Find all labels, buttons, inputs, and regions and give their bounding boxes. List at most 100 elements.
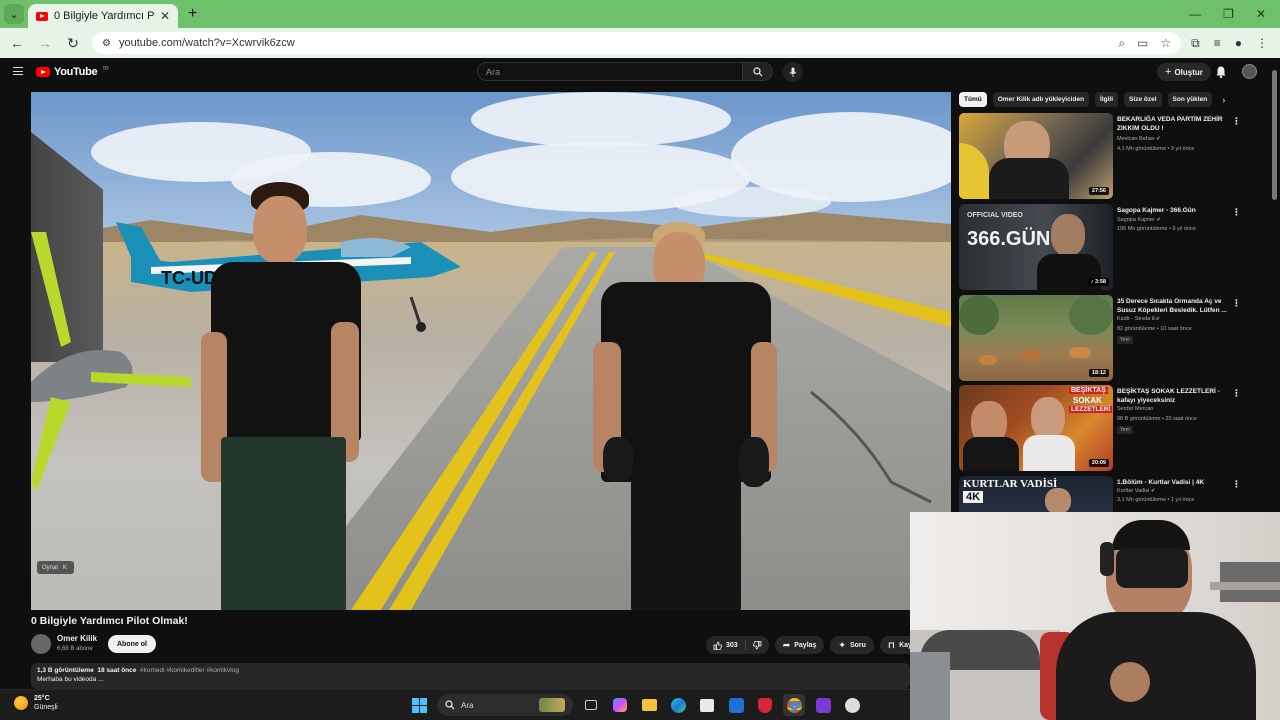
recommendation-title[interactable]: Sagopa Kajmer - 366.Gün [1117, 206, 1231, 215]
cast-icon[interactable]: ▭ [1137, 36, 1148, 51]
app-icon-blue[interactable] [725, 694, 747, 716]
logo-text: YouTube [54, 66, 98, 78]
url-text[interactable]: youtube.com/watch?v=Xcwrvik6zcw [119, 37, 1110, 49]
subscribe-button[interactable]: Abone ol [108, 635, 156, 653]
bookmark-star-icon[interactable]: ☆ [1160, 36, 1171, 51]
new-tab-icon[interactable]: + [188, 5, 197, 23]
chip-from-uploader[interactable]: Omer Kilik adlı yükleyiciden [992, 92, 1090, 107]
zoom-icon[interactable]: ⌕ [1118, 36, 1125, 51]
create-button[interactable]: + Oluştur [1157, 63, 1211, 81]
recommendation-item[interactable]: 27:56 BEKARLIĞA VEDA PARTİM ZEHİR ZIKKIM… [959, 113, 1249, 199]
app-icon-red[interactable] [754, 694, 776, 716]
tab-close-icon[interactable]: ✕ [160, 9, 170, 23]
chevron-right-icon[interactable]: › [1222, 95, 1225, 105]
recommendation-title[interactable]: BEKARLIĞA VEDA PARTİM ZEHİR ZIKKIM OLDU … [1117, 115, 1231, 133]
taskbar-search[interactable]: Ara [437, 694, 573, 716]
more-options-icon[interactable]: ⋮ [1232, 388, 1241, 399]
extensions-icon[interactable]: ⧉ [1191, 36, 1200, 51]
browser-tab[interactable]: 0 Bilgiyle Yardımcı Pilot Olmak! ✕ [28, 4, 178, 28]
recommendation-channel[interactable]: Sagopa Kajmer ✔ [1117, 217, 1161, 223]
dislike-button[interactable] [746, 636, 769, 654]
like-button[interactable]: 303 [706, 636, 745, 654]
chrome-icon[interactable] [783, 694, 805, 716]
more-options-icon[interactable]: ⋮ [1232, 479, 1241, 490]
github-icon[interactable] [841, 694, 863, 716]
browser-tab-bar: ⌄ 0 Bilgiyle Yardımcı Pilot Olmak! ✕ + —… [0, 0, 1280, 28]
more-options-icon[interactable]: ⋮ [1232, 116, 1241, 127]
recommendation-title[interactable]: 1.Bölüm - Kurtlar Vadisi | 4K [1117, 478, 1231, 487]
window-controls: — ❐ ✕ [1189, 7, 1280, 28]
site-info-icon[interactable]: ⚙ [102, 38, 111, 49]
voice-search-button[interactable] [783, 62, 803, 82]
recommendation-thumbnail[interactable]: BEŞİKTAŞ SOKAK LEZZETLERİ 20:09 [959, 385, 1113, 471]
task-view-icon[interactable] [580, 694, 602, 716]
account-avatar[interactable] [1242, 64, 1257, 79]
recommendation-item[interactable]: OFFICIAL VIDEO 366.GÜN ♪ 3:58 Sagopa Kaj… [959, 204, 1249, 290]
reload-icon[interactable]: ↻ [64, 35, 82, 52]
save-button[interactable]: ⊓ Kay [879, 636, 914, 654]
chip-related[interactable]: İlgili [1095, 92, 1119, 107]
windows-start-icon[interactable] [408, 694, 430, 716]
close-window-icon[interactable]: ✕ [1256, 7, 1266, 21]
verified-icon: ✔ [1156, 136, 1161, 142]
recommendation-channel[interactable]: Serdar Mercan [1117, 406, 1153, 412]
hamburger-menu-icon[interactable] [13, 67, 23, 75]
description-box[interactable]: 1,3 B görüntüleme 18 saat önce #komedi #… [31, 663, 910, 689]
weather-condition: Güneşli [34, 704, 58, 711]
recommendation-item[interactable]: 18:12 35 Derece Sıcakta Ormanda Aç ve Su… [959, 295, 1249, 381]
chip-all[interactable]: Tümü [959, 92, 987, 107]
search-highlight-icon [539, 698, 565, 712]
video-actions: 303 ➦ Paylaş ✦ Soru ⊓ Kay [706, 636, 914, 654]
recommendation-channel[interactable]: Mevlcan Bahav ✔ [1117, 136, 1161, 142]
video-player[interactable]: TC-UD Oynat K [31, 92, 951, 610]
back-icon[interactable]: ← [8, 35, 26, 51]
channel-avatar[interactable] [31, 634, 51, 654]
search-input[interactable]: Ara [477, 62, 744, 81]
weather-widget[interactable]: 25°C Güneşli [14, 694, 58, 712]
media-controls-icon[interactable]: ≡ [1214, 36, 1221, 51]
recommendation-thumbnail[interactable]: 27:56 [959, 113, 1113, 199]
verified-icon: ✔ [1150, 488, 1156, 494]
recommendation-thumbnail[interactable]: OFFICIAL VIDEO 366.GÜN ♪ 3:58 [959, 204, 1113, 290]
recommendation-title[interactable]: BEŞİKTAŞ SOKAK LEZZETLERİ - kafayı yiyec… [1117, 387, 1231, 405]
recommendation-item[interactable]: KURTLAR VADİSİ 4K 1.Bölüm - Kurtlar Vadi… [959, 476, 1249, 512]
more-options-icon[interactable]: ⋮ [1232, 207, 1241, 218]
app-icon-purple[interactable] [812, 694, 834, 716]
notifications-bell-icon[interactable] [1214, 65, 1228, 79]
video-person-right [591, 222, 781, 610]
chip-for-you[interactable]: Size özel [1124, 92, 1162, 107]
search-button[interactable] [743, 62, 773, 81]
recommendation-thumbnail[interactable]: 18:12 [959, 295, 1113, 381]
profile-icon[interactable]: ● [1235, 36, 1242, 51]
scrollbar-thumb[interactable] [1272, 70, 1277, 200]
recommendation-channel[interactable]: Kurtlar Vadisi ✔ [1117, 488, 1155, 494]
recommendation-channel[interactable]: Kadir - Sevda Evi [1117, 316, 1160, 322]
browser-menu-icon[interactable]: ⋮ [1256, 36, 1268, 51]
ask-button[interactable]: ✦ Soru [830, 636, 874, 654]
channel-name[interactable]: Omer Kilik [57, 634, 97, 643]
file-explorer-icon[interactable] [638, 694, 660, 716]
sparkle-icon: ✦ [838, 639, 846, 650]
verified-icon: ✔ [1156, 217, 1162, 223]
tab-search-button[interactable]: ⌄ [4, 4, 24, 24]
thumbnail-text: LEZZETLERİ [1069, 406, 1113, 413]
more-options-icon[interactable]: ⋮ [1232, 298, 1241, 309]
store-icon[interactable] [696, 694, 718, 716]
recommendation-thumbnail[interactable]: KURTLAR VADİSİ 4K [959, 476, 1113, 512]
share-button[interactable]: ➦ Paylaş [774, 636, 825, 654]
hashtags[interactable]: #komedi #komikeditler #komikvlog [140, 667, 239, 674]
omnibox[interactable]: ⚙ youtube.com/watch?v=Xcwrvik6zcw ⌕ ▭ ☆ [92, 32, 1182, 54]
maximize-icon[interactable]: ❐ [1223, 7, 1234, 21]
logo-country: TR [102, 66, 109, 72]
edge-icon[interactable] [667, 694, 689, 716]
chip-recently-uploaded[interactable]: Son yüklen [1167, 92, 1213, 107]
forward-icon[interactable]: → [36, 35, 54, 51]
recommendation-title[interactable]: 35 Derece Sıcakta Ormanda Aç ve Susuz Kö… [1117, 297, 1231, 315]
recommendation-meta: 3,1 Mn görüntüleme • 1 yıl önce [1117, 497, 1195, 503]
share-icon: ➦ [782, 639, 791, 650]
youtube-logo[interactable]: YouTube TR [36, 66, 109, 78]
recommendation-item[interactable]: BEŞİKTAŞ SOKAK LEZZETLERİ 20:09 BEŞİKTAŞ… [959, 385, 1249, 471]
copilot-icon[interactable] [609, 694, 631, 716]
webcam-overlay [910, 512, 1280, 720]
minimize-icon[interactable]: — [1189, 7, 1201, 21]
